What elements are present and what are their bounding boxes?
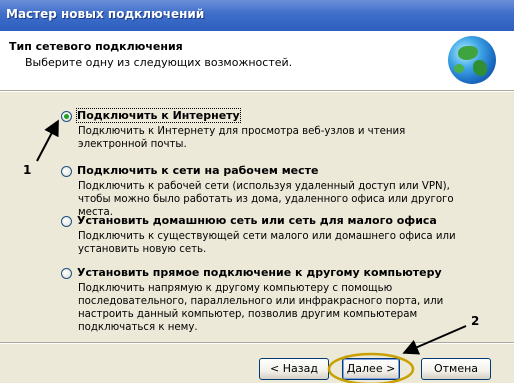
page-subtitle: Выберите одну из следующих возможностей. [25,56,293,69]
option-home-network-label[interactable]: Установить домашнюю сеть или сеть для ма… [77,214,437,227]
radio-home-network[interactable] [61,216,72,227]
radio-direct-connection[interactable] [61,268,72,279]
window-title: Мастер новых подключений [6,7,205,21]
wizard-body: Подключить к Интернету Подключить к Инте… [0,92,514,342]
option-internet-label[interactable]: Подключить к Интернету [76,108,241,123]
title-bar[interactable]: Мастер новых подключений [0,0,514,31]
wizard-footer: < Назад Далее > Отмена [0,344,514,383]
option-home-network-description: Подключить к существующей сети малого ил… [78,231,456,255]
annotation-marker-1: 1 [23,163,32,177]
next-button[interactable]: Далее > [342,358,400,380]
back-button[interactable]: < Назад [259,358,329,380]
option-direct-connection-description: Подключить напрямую к другому компьютеру… [78,283,444,333]
option-workplace-label[interactable]: Подключить к сети на рабочем месте [77,164,319,177]
annotation-marker-2: 2 [471,314,480,328]
radio-workplace[interactable] [61,166,72,177]
option-direct-connection-label[interactable]: Установить прямое подключение к другому … [77,266,442,279]
page-title: Тип сетевого подключения [9,40,183,53]
network-globe-icon [448,36,496,84]
radio-internet[interactable] [61,111,72,122]
wizard-header: Тип сетевого подключения Выберите одну и… [0,31,514,90]
option-internet-description: Подключить к Интернету для просмотра веб… [78,126,406,150]
cancel-button[interactable]: Отмена [421,358,491,380]
